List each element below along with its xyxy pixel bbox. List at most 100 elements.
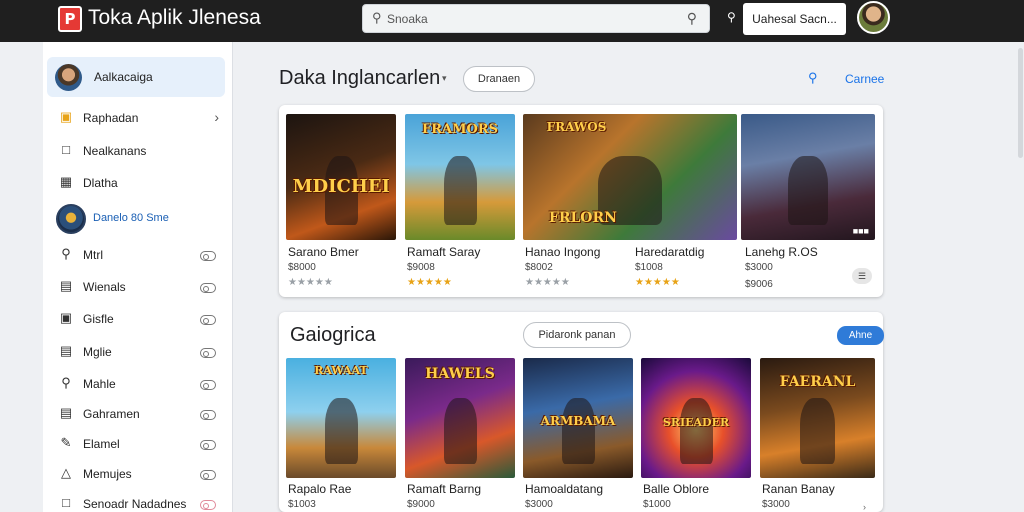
toggle-icon[interactable] [200,380,216,390]
game-price-secondary: $9006 [745,279,773,290]
game-price: $3000 [745,262,773,273]
game-price: $9008 [407,262,435,273]
character-figure [443,397,477,464]
gamepad-icon: △ [61,465,71,480]
game-name: Hanao Ingong [525,245,601,259]
game-price: $8000 [288,262,316,273]
sidebar-item-3[interactable]: ⚲ Mtrl [43,241,233,271]
square-icon: □ [62,495,70,510]
game-art: FRAMORS [405,114,515,240]
top-bar: P Toka Aplik Jlenesa ⚲ Snoaka ⚲ ⚲ Uahesa… [0,0,1024,42]
game-art: MDICHED [286,114,396,240]
sidebar-item-label: Elamel [83,437,120,451]
search-box[interactable]: ⚲ Snoaka ⚲ [362,4,710,33]
grid-icon: ▦ [59,174,73,189]
rating-stars: ★★★★★ [635,277,680,288]
app-logo[interactable]: P [58,6,82,32]
character-figure [561,397,595,464]
sidebar-item-0[interactable]: ▣ Raphadan › [43,104,233,134]
account-avatar [55,64,82,91]
rating-stars: ★★★★★ [407,277,452,288]
game-art-title: ARMBAMA [540,414,616,428]
game-name: Ramaft Saray [407,245,481,259]
sidebar-item-6[interactable]: ▤ Mglie [43,338,233,368]
more-link[interactable]: Carnee [845,72,884,86]
sidebar-item-2[interactable]: ▦ Dlatha [43,169,233,199]
sidebar-item-label: Mtrl [83,248,103,262]
search-input[interactable]: Snoaka [387,12,428,26]
game-art-title: FRLORN [548,210,617,226]
game-name: Rapalo Rae [288,482,352,496]
search-icon: ⚲ [372,10,382,25]
sidebar-item-label: Mglie [83,345,112,359]
voice-search-icon[interactable]: ⚲ [687,10,697,27]
sidebar-item-label: Nealkanans [83,144,147,158]
sidebar-item-1[interactable]: □ Nealkanans [43,137,233,167]
toggle-icon[interactable] [200,470,216,480]
game-art-title: HAWELS [425,366,495,382]
character-figure [443,155,477,225]
user-avatar[interactable] [857,1,890,34]
sidebar-item-label: Dlatha [83,176,118,190]
sidebar-item-10[interactable]: △ Memujes [43,460,233,490]
sidebar-item-11[interactable]: □ Senoadr Nadadnes [43,490,233,512]
sidebar-item-5[interactable]: ▣ Gisfle [43,305,233,335]
featured-label: Danelo 80 Sme [93,212,169,224]
toggle-icon[interactable] [200,410,216,420]
toggle-icon[interactable] [200,251,216,261]
game-art: ARMBAMA [523,358,633,478]
toggle-icon[interactable] [200,283,216,293]
game-art-title: SRIEADER [662,416,730,429]
sidebar-item-8[interactable]: ▤ Gahramen [43,400,233,430]
game-name: Ranan Banay [762,482,835,496]
character-figure [800,397,835,464]
sidebar-item-label: Raphadan [83,111,139,125]
game-art: ■■■ [741,114,875,240]
game-name: Lanehg R.OS [745,245,818,259]
filter-pill[interactable]: Dranaen [463,66,535,92]
toggle-icon[interactable] [200,500,216,510]
game-art: FRAWOS FRLORN [523,114,737,240]
wishlist-button[interactable]: ☰ [852,268,872,284]
game-name: Ramaft Barng [407,482,482,496]
character-figure [679,397,713,464]
rating-stars: ★★★★★ [525,277,570,288]
toggle-icon[interactable] [200,315,216,325]
sidebar: Aalkacaiga ▣ Raphadan › □ Nealkanans ▦ D… [43,42,233,512]
chart-icon: ▤ [59,343,73,358]
section-title: Daka Inglancarlen [279,67,441,89]
chevron-down-icon[interactable]: ▾ [442,73,447,84]
sidebar-item-9[interactable]: ✎ Elamel [43,430,233,460]
pen-icon: ✎ [60,435,72,450]
search-icon[interactable]: ⚲ [727,10,736,24]
scrollbar[interactable] [1018,48,1023,158]
sidebar-featured[interactable]: Danelo 80 Sme [43,202,233,236]
sidebar-item-label: Gisfle [83,312,114,326]
search-icon[interactable]: ⚲ [808,70,818,86]
game-art: SRIEADER [641,358,751,478]
game-price: $1003 [288,499,316,510]
game-art-title: MDICHED [292,176,390,197]
game-price: $8002 [525,262,553,273]
game-art-title: RAWAAT [314,364,368,377]
bag-icon: ▣ [59,109,73,124]
game-name: Balle Oblore [643,482,710,496]
sidebar-item-label: Wienals [83,280,126,294]
sidebar-item-label: Memujes [83,467,132,481]
game-art-title: FRAMORS [421,122,498,137]
sidebar-account[interactable]: Aalkacaiga [47,57,225,97]
toggle-icon[interactable] [200,348,216,358]
filter-pill[interactable]: Pidaronk panan [523,322,631,348]
game-price: $1008 [635,262,663,273]
chevron-right-icon[interactable]: › [863,502,866,512]
sign-in-button[interactable]: Uahesal Sacn... [743,3,846,35]
sidebar-item-label: Gahramen [83,407,140,421]
sidebar-item-7[interactable]: ⚲ Mahle [43,370,233,400]
account-label: Aalkacaiga [94,70,153,84]
rating-stars: ★★★★★ [288,277,333,288]
section-title: Gaiogrica [290,324,376,346]
action-button[interactable]: Ahne [837,326,884,345]
toggle-icon[interactable] [200,440,216,450]
chart-icon: ▤ [59,278,73,293]
sidebar-item-4[interactable]: ▤ Wienals [43,273,233,303]
